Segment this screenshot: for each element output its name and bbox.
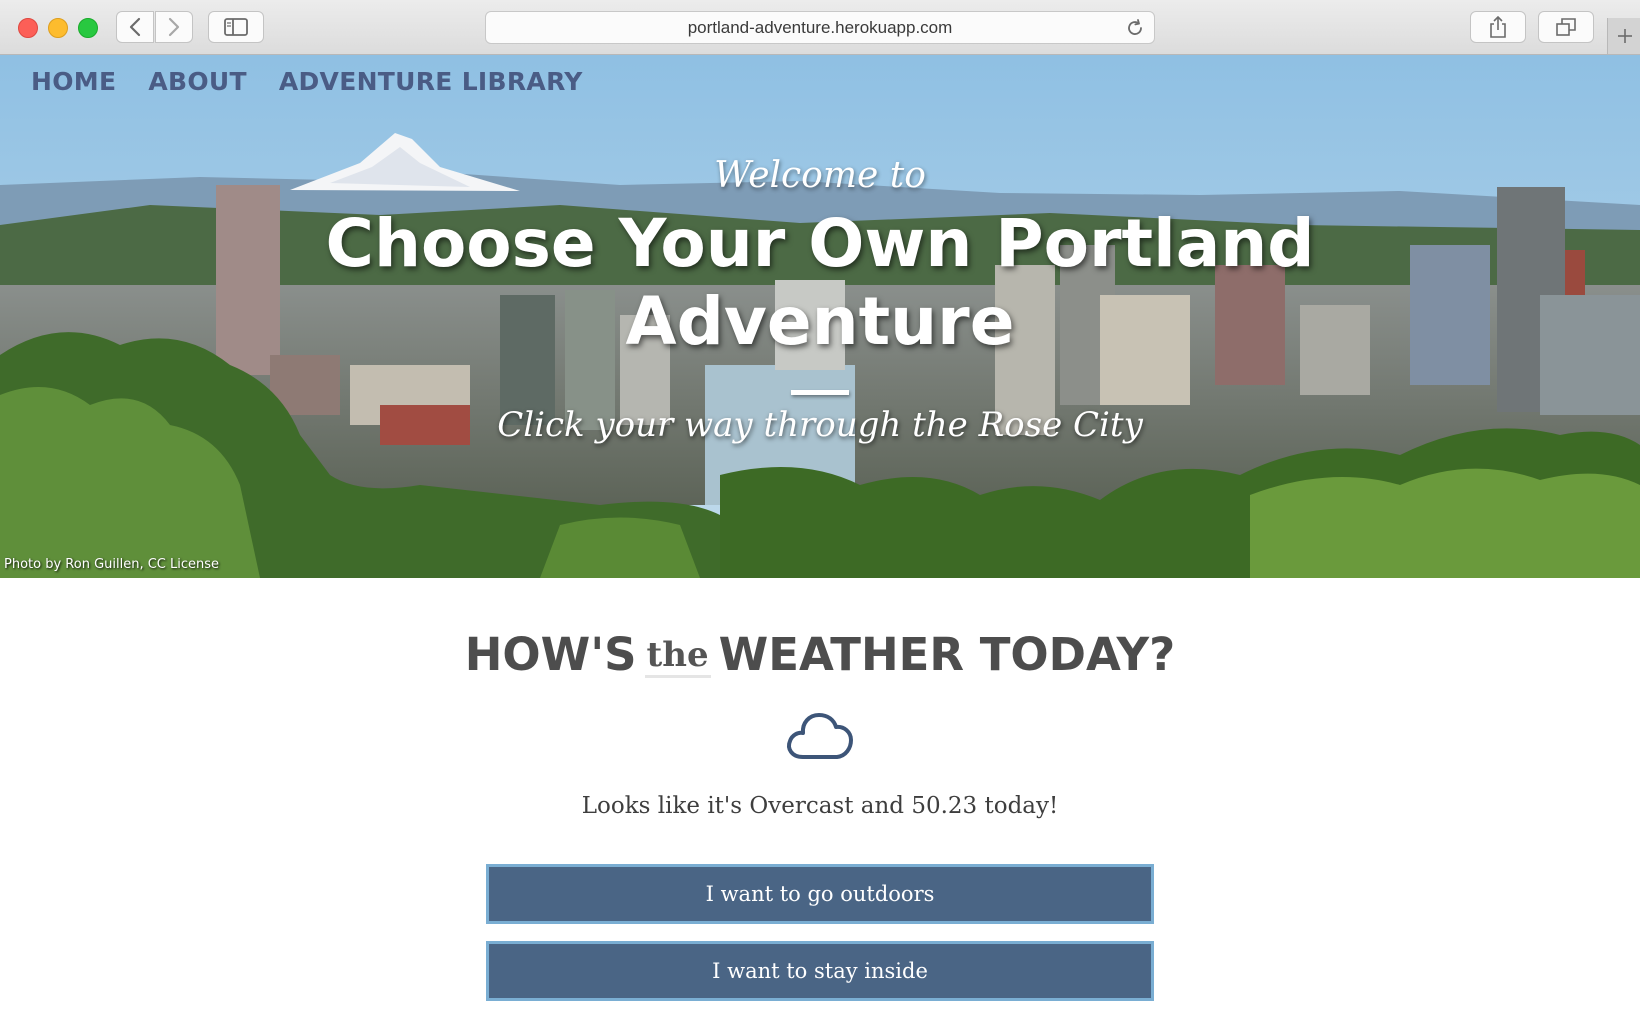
cloud-icon	[787, 713, 853, 759]
hero-banner: HOME ABOUT ADVENTURE LIBRARY Welcome to …	[0, 55, 1640, 578]
show-tabs-button[interactable]	[1538, 11, 1594, 43]
address-bar[interactable]: portland-adventure.herokuapp.com	[485, 11, 1155, 44]
share-button[interactable]	[1470, 11, 1526, 43]
back-button[interactable]	[116, 11, 154, 43]
weather-message: Looks like it's Overcast and 50.23 today…	[581, 793, 1059, 819]
nav-adventure-library-link[interactable]: ADVENTURE LIBRARY	[279, 67, 583, 96]
main-nav: HOME ABOUT ADVENTURE LIBRARY	[31, 67, 583, 96]
reload-icon	[1128, 19, 1142, 35]
sidebar-icon	[224, 18, 248, 36]
address-bar-url: portland-adventure.herokuapp.com	[687, 17, 953, 37]
hero-tagline: Click your way through the Rose City	[497, 405, 1143, 445]
minimize-window-button[interactable]	[48, 18, 68, 38]
hero-title: Choose Your Own Portland Adventure	[325, 205, 1315, 360]
stay-inside-button[interactable]: I want to stay inside	[486, 941, 1154, 1001]
forward-button[interactable]	[155, 11, 193, 43]
weather-heading-part2: WEATHER TODAY?	[718, 628, 1176, 681]
photo-credit: Photo by Ron Guillen, CC License	[4, 557, 220, 572]
weather-heading-part1: HOW'S	[464, 628, 637, 681]
weather-heading-the: the	[644, 635, 711, 678]
browser-toolbar: portland-adventure.herokuapp.com	[0, 0, 1640, 55]
new-tab-button[interactable]	[1607, 18, 1640, 54]
share-icon	[1490, 16, 1506, 38]
hero-divider	[791, 390, 849, 395]
nav-home-link[interactable]: HOME	[31, 67, 116, 96]
plus-icon	[1617, 29, 1632, 43]
reload-button[interactable]	[1126, 19, 1144, 42]
hero-welcome-text: Welcome to	[714, 155, 926, 196]
go-outdoors-button[interactable]: I want to go outdoors	[486, 864, 1154, 924]
close-window-button[interactable]	[18, 18, 38, 38]
zoom-window-button[interactable]	[78, 18, 98, 38]
nav-about-link[interactable]: ABOUT	[148, 67, 247, 96]
forward-icon	[168, 17, 180, 37]
tabs-icon	[1556, 18, 1576, 36]
weather-heading: HOW'S the WEATHER TODAY?	[0, 628, 1640, 681]
back-icon	[129, 17, 141, 37]
sidebar-button[interactable]	[208, 11, 264, 43]
